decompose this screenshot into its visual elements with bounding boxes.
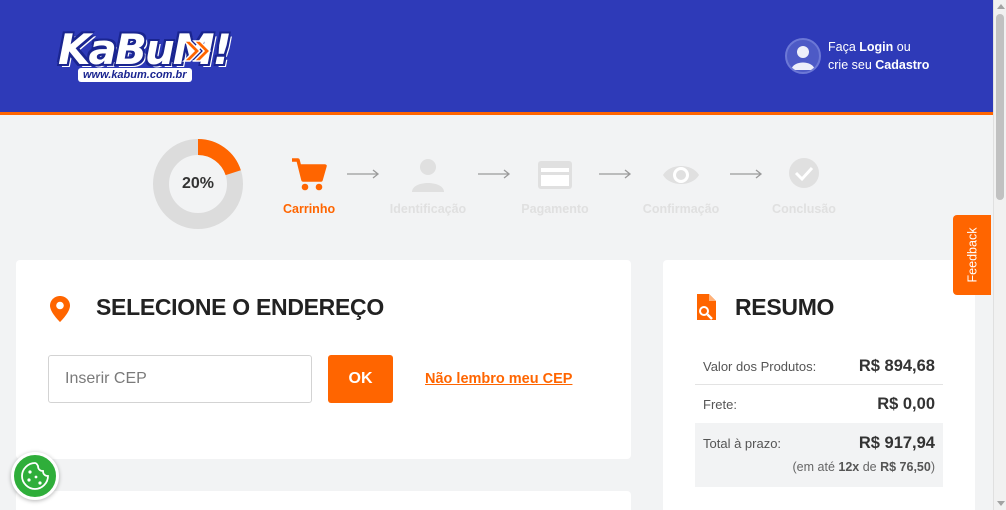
summary-shipping-row: Frete: R$ 0,00 bbox=[695, 385, 943, 423]
login-text: Faça Login ou crie seu Cadastro bbox=[828, 38, 929, 74]
step-confirmacao: Confirmação bbox=[640, 156, 722, 216]
installment-suffix: ) bbox=[930, 460, 935, 474]
login-prefix: Faça bbox=[828, 40, 860, 54]
summary-products-row: Valor dos Produtos: R$ 894,68 bbox=[695, 348, 943, 385]
products-label: Valor dos Produtos: bbox=[703, 358, 817, 374]
feedback-label: Feedback bbox=[965, 227, 979, 283]
kabum-logo[interactable]: KaBuM! www.kabum.com.br bbox=[56, 28, 232, 86]
summary-card: RESUMO Valor dos Produtos: R$ 894,68 Fre… bbox=[663, 260, 975, 510]
cart-icon bbox=[290, 156, 328, 194]
document-search-icon bbox=[697, 294, 716, 320]
step-arrow-icon bbox=[347, 169, 380, 179]
check-icon bbox=[770, 156, 838, 194]
logo-arrows-icon bbox=[182, 40, 212, 62]
cookie-settings-button[interactable] bbox=[11, 452, 59, 500]
signup-link[interactable]: Cadastro bbox=[875, 58, 929, 72]
address-title: SELECIONE O ENDEREÇO bbox=[96, 294, 384, 320]
installment-mid: de bbox=[859, 460, 881, 474]
step-arrow-icon bbox=[730, 169, 763, 179]
total-value: R$ 917,94 bbox=[858, 433, 935, 452]
next-card bbox=[16, 491, 631, 510]
step-pagamento: Pagamento bbox=[518, 156, 592, 216]
login-area[interactable]: Faça Login ou crie seu Cadastro bbox=[785, 38, 929, 74]
eye-icon bbox=[640, 156, 722, 194]
installment-text: (em até 12x de R$ 76,50) bbox=[695, 460, 943, 474]
user-avatar-icon[interactable] bbox=[785, 38, 821, 74]
step-arrow-icon bbox=[478, 169, 511, 179]
step-label: Confirmação bbox=[642, 202, 720, 216]
installment-prefix: (em até bbox=[792, 460, 839, 474]
step-arrow-icon bbox=[599, 169, 632, 179]
cep-ok-button[interactable]: OK bbox=[328, 355, 393, 403]
logo-url: www.kabum.com.br bbox=[78, 68, 192, 82]
login-link[interactable]: Login bbox=[859, 40, 893, 54]
step-identificacao: Identificação bbox=[387, 156, 469, 216]
step-label: Conclusão bbox=[772, 202, 836, 216]
step-conclusao: Conclusão bbox=[770, 156, 838, 216]
page-scrollbar[interactable] bbox=[993, 0, 1006, 510]
step-label: Carrinho bbox=[283, 202, 336, 216]
signup-prefix: crie seu bbox=[828, 58, 876, 72]
progress-percent: 20% bbox=[181, 175, 215, 192]
summary-total-row: Total à prazo: R$ 917,94 bbox=[695, 423, 943, 463]
total-label: Total à prazo: bbox=[703, 435, 782, 451]
login-mid: ou bbox=[893, 40, 911, 54]
products-value: R$ 894,68 bbox=[858, 356, 935, 375]
scroll-up-arrow-icon[interactable] bbox=[997, 4, 1005, 9]
header-accent-line bbox=[0, 112, 993, 115]
shipping-label: Frete: bbox=[703, 396, 737, 412]
cep-input[interactable] bbox=[48, 355, 312, 403]
cookie-icon bbox=[21, 462, 49, 490]
step-carrinho: Carrinho bbox=[283, 156, 335, 216]
step-label: Pagamento bbox=[521, 202, 589, 216]
location-pin-icon bbox=[50, 296, 70, 322]
site-header: KaBuM! www.kabum.com.br Faça Login ou cr… bbox=[0, 0, 993, 112]
scroll-thumb[interactable] bbox=[996, 14, 1004, 200]
shipping-value: R$ 0,00 bbox=[877, 394, 935, 413]
feedback-tab[interactable]: Feedback bbox=[953, 215, 991, 295]
summary-title: RESUMO bbox=[735, 294, 835, 320]
address-card: SELECIONE O ENDEREÇO OK Não lembro meu C… bbox=[16, 260, 631, 459]
installment-value: R$ 76,50 bbox=[880, 460, 931, 474]
installment-count: 12x bbox=[838, 460, 860, 474]
step-label: Identificação bbox=[389, 202, 467, 216]
forgot-cep-link[interactable]: Não lembro meu CEP bbox=[425, 371, 572, 387]
card-icon bbox=[518, 156, 592, 194]
user-icon bbox=[387, 156, 469, 194]
scroll-down-arrow-icon[interactable] bbox=[997, 501, 1005, 506]
